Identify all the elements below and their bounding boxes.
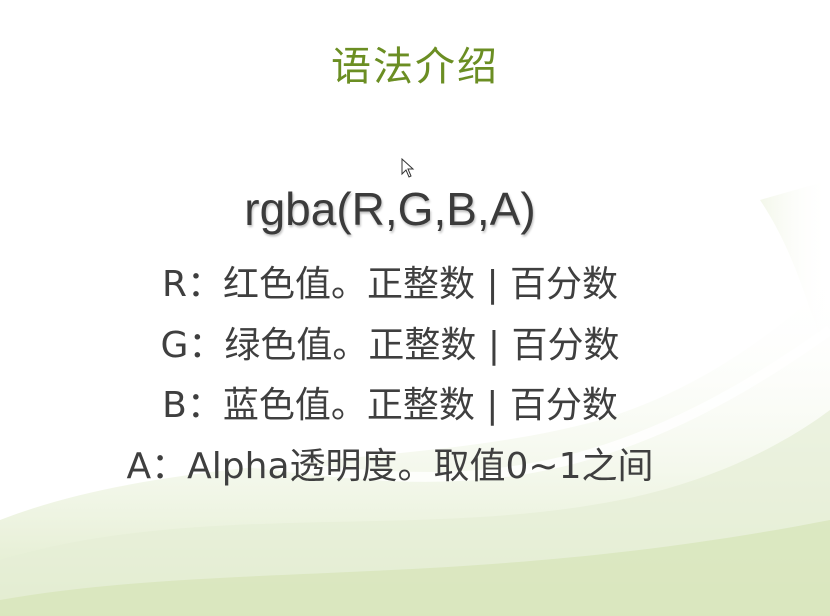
mouse-pointer-icon [401, 158, 415, 178]
slide-title: 语法介绍 [331, 44, 499, 90]
line-green: G：绿色值。正整数 | 百分数 [160, 325, 620, 366]
line-blue: B：蓝色值。正整数 | 百分数 [162, 385, 618, 426]
line-alpha: A：Alpha透明度。取值0~1之间 [126, 446, 654, 487]
syntax-heading: rgba(R,G,B,A) [244, 183, 536, 235]
line-red: R：红色值。正整数 | 百分数 [161, 264, 619, 305]
slide: 语法介绍 rgba(R,G,B,A) R：红色值。正整数 | 百分数 G：绿色值… [0, 0, 830, 616]
background-swoosh [0, 180, 830, 616]
